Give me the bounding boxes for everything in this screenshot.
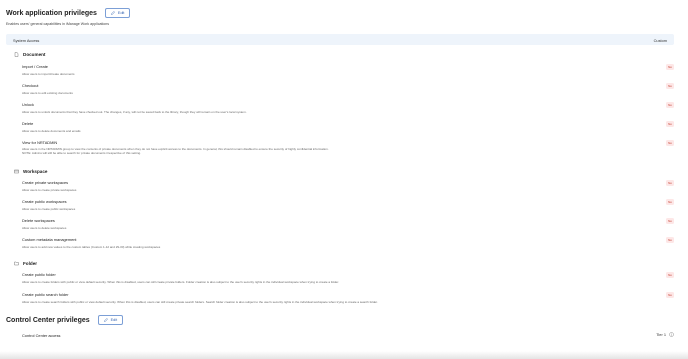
control-edit-button[interactable]: Edit: [97, 315, 124, 325]
privilege-row: Checkout Allow users to edit existing do…: [22, 83, 674, 95]
privilege-description: Allow users to edit existing documents: [22, 91, 73, 95]
section-workspace: Workspace: [14, 169, 47, 174]
workspace-icon: [14, 169, 19, 174]
folder-icon: [14, 261, 19, 266]
privilege-row: Delete workspaces Allow users to delete …: [22, 218, 674, 230]
privilege-name: Create private workspaces: [22, 180, 69, 185]
privilege-row: Custom metadata management Allow users t…: [22, 237, 674, 249]
privilege-row: Delete Allow users to delete documents a…: [22, 121, 674, 133]
pencil-icon: [103, 318, 108, 322]
privilege-name: Create public workspaces: [22, 199, 67, 204]
privilege-note: NOTE: Admins will still be able to searc…: [22, 151, 142, 155]
status-badge[interactable]: No: [666, 121, 674, 127]
status-badge[interactable]: No: [666, 64, 674, 70]
privilege-description: Allow users to unlock documents that the…: [22, 110, 247, 114]
privilege-description: Allow users to create search folders wit…: [22, 300, 378, 304]
info-icon: [669, 332, 674, 337]
privilege-description: Allow users to delete workspaces: [22, 226, 67, 230]
document-icon: [14, 52, 19, 57]
privilege-description: Allow users to create public workspaces: [22, 207, 76, 211]
control-edit-label: Edit: [110, 318, 118, 322]
status-badge[interactable]: No: [666, 140, 674, 146]
privilege-name: Create public folder: [22, 272, 56, 277]
status-badge[interactable]: No: [666, 83, 674, 89]
status-badge[interactable]: No: [666, 102, 674, 108]
status-badge[interactable]: No: [666, 218, 674, 224]
section-title: Folder: [23, 261, 38, 266]
control-privileges-title: Control Center privileges: [6, 316, 90, 324]
privilege-name: View for NRTADMIN: [22, 140, 58, 145]
status-badge[interactable]: No: [666, 272, 674, 278]
status-badge[interactable]: No: [666, 292, 674, 298]
privilege-name: Custom metadata management: [22, 237, 77, 242]
work-edit-label: Edit: [117, 11, 125, 15]
privilege-description: Allow users to import/create documents: [22, 72, 75, 76]
work-privileges-title: Work application privileges: [6, 9, 97, 17]
control-center-access-label: Control Center access: [22, 333, 61, 338]
privilege-row: Create public workspaces Allow users to …: [22, 199, 674, 211]
privilege-row: Create public search folder Allow users …: [22, 292, 674, 304]
privilege-description: Allow users to delete documents and emai…: [22, 129, 81, 133]
privilege-row: Create private workspaces Allow users to…: [22, 180, 674, 192]
bottom-fade: [0, 351, 688, 359]
privilege-row: Import / Create Allow users to import/cr…: [22, 64, 674, 76]
status-badge[interactable]: No: [666, 180, 674, 186]
privileges-page: Work application privileges Edit Enables…: [0, 0, 688, 359]
tier-value: Tier 1: [656, 332, 666, 337]
section-title: Document: [23, 52, 46, 57]
privilege-row: Unlock Allow users to unlock documents t…: [22, 102, 674, 114]
privilege-name: Unlock: [22, 102, 34, 107]
privilege-name: Import / Create: [22, 64, 48, 69]
privilege-name: Create public search folder: [22, 292, 69, 297]
system-access-column: System Access: [13, 38, 40, 43]
tier-selector[interactable]: Tier 1: [656, 332, 674, 337]
privilege-row: Create public folder Allow users to crea…: [22, 272, 674, 284]
privilege-description: Allow users to create private workspaces: [22, 188, 77, 192]
privilege-description: Allow users to add new values to the cus…: [22, 245, 161, 249]
privilege-name: Checkout: [22, 83, 39, 88]
section-document: Document: [14, 52, 45, 57]
table-header: System Access Custom: [6, 34, 674, 45]
privilege-row: View for NRTADMIN Allow users in the NRT…: [22, 140, 674, 155]
pencil-icon: [110, 11, 115, 15]
privilege-name: Delete: [22, 121, 34, 126]
section-folder: Folder: [14, 261, 37, 266]
status-badge[interactable]: No: [666, 237, 674, 243]
work-privileges-description: Enables users' general capabilities in i…: [6, 22, 110, 26]
privilege-description: Allow users to create folders with publi…: [22, 280, 339, 284]
work-privileges-header: Work application privileges Edit: [6, 8, 131, 18]
status-badge[interactable]: No: [666, 199, 674, 205]
control-privileges-header: Control Center privileges Edit: [6, 315, 124, 325]
custom-column: Custom: [653, 38, 667, 43]
section-title: Workspace: [23, 169, 48, 174]
work-edit-button[interactable]: Edit: [104, 8, 131, 18]
privilege-name: Delete workspaces: [22, 218, 55, 223]
